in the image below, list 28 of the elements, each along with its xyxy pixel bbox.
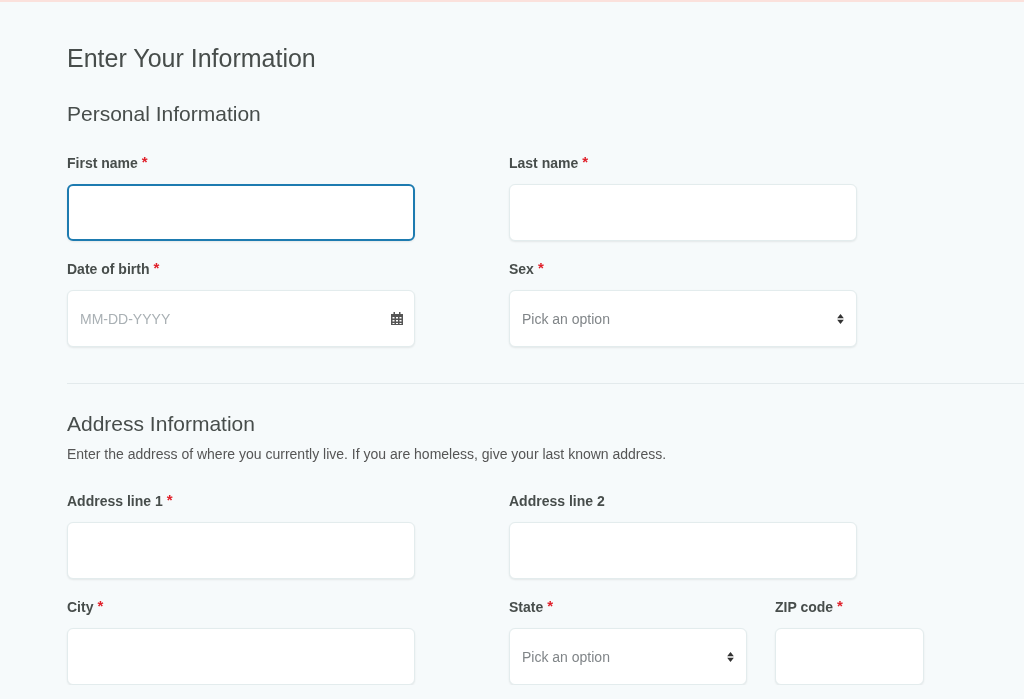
field-label: Sex xyxy=(509,260,534,278)
field-label: City xyxy=(67,598,94,616)
section-description: Enter the address of where you currently live. If you are homeless, give your last known address. xyxy=(67,445,668,464)
dropdown[interactable]: Pick an option xyxy=(509,628,747,685)
section-heading: Address Information xyxy=(67,411,256,437)
required-asterisk: * xyxy=(537,260,544,275)
field-label: State xyxy=(509,598,544,616)
required-asterisk: * xyxy=(97,598,104,613)
field-label: Address line 2 xyxy=(509,492,605,510)
up-down-caret-icon xyxy=(837,313,844,324)
text-field[interactable] xyxy=(67,184,415,241)
dropdown[interactable]: Pick an option xyxy=(509,290,857,347)
calendar-icon[interactable] xyxy=(391,312,403,325)
field-label: First name xyxy=(67,154,138,172)
required-asterisk: * xyxy=(141,154,148,169)
field-label: Date of birth xyxy=(67,260,150,278)
required-asterisk: * xyxy=(837,598,843,613)
date-field[interactable]: MM-DD-YYYY xyxy=(67,290,415,347)
required-asterisk: * xyxy=(582,154,589,169)
field-label: Address line 1 xyxy=(67,492,163,510)
up-down-caret-icon xyxy=(727,651,734,662)
required-asterisk: * xyxy=(547,598,554,613)
field-label: Last name xyxy=(509,154,579,172)
page-title: Enter Your Information xyxy=(67,43,317,74)
field-label: ZIP code xyxy=(775,598,834,616)
section-heading: Personal Information xyxy=(67,101,262,127)
required-asterisk: * xyxy=(153,260,160,275)
required-asterisk: * xyxy=(166,492,173,507)
